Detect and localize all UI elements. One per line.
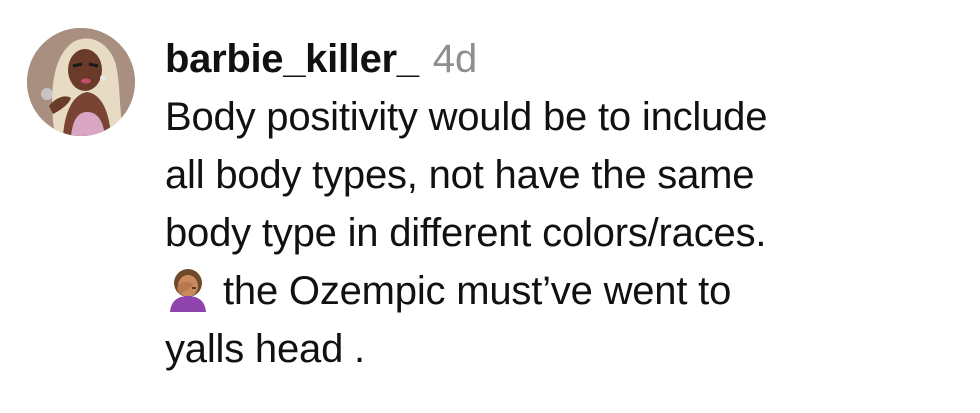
timestamp[interactable]: 4d [433, 30, 478, 88]
comment-line-text: the Ozempic must’ve went to [223, 269, 732, 313]
woman-facepalming-icon [165, 266, 211, 312]
comment-content: barbie_killer_ 4d Body positivity would … [165, 30, 965, 378]
comment-line: body type in different colors/races. [165, 211, 767, 255]
comment-line: Body positivity would be to include [165, 95, 768, 139]
avatar[interactable] [27, 28, 135, 136]
comment-line-with-emoji: the Ozempic must’ve went to [165, 262, 965, 320]
comment-line: yalls head . [165, 327, 365, 371]
comment-line: all body types, not have the same [165, 153, 755, 197]
username-link[interactable]: barbie_killer_ [165, 30, 419, 88]
comment-header: barbie_killer_ 4d [165, 30, 965, 88]
comment-item: barbie_killer_ 4d Body positivity would … [0, 0, 980, 413]
comment-text: Body positivity would be to include all … [165, 88, 965, 378]
